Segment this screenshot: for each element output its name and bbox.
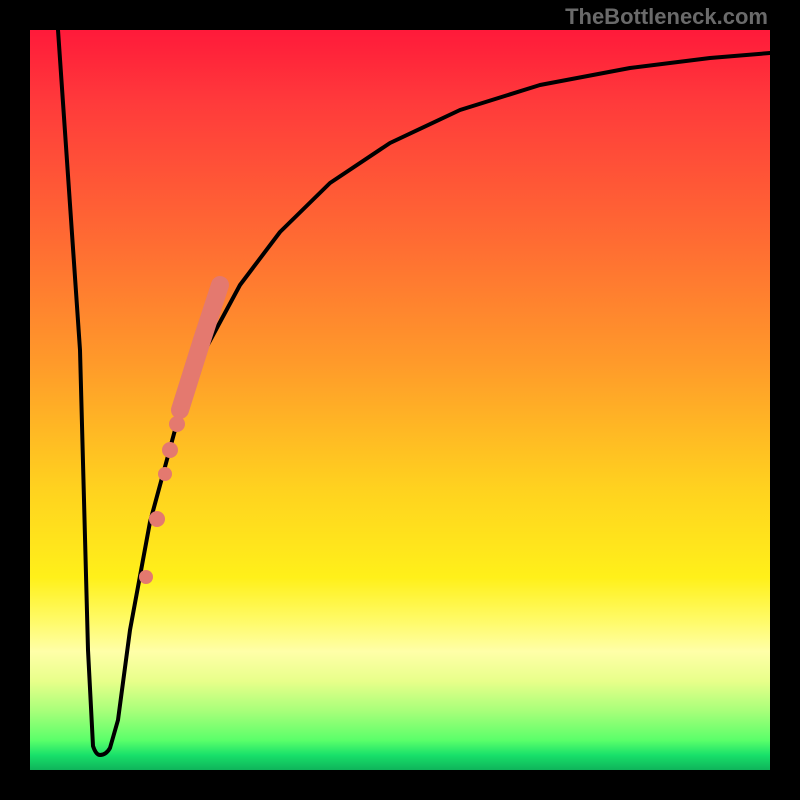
highlight-segment bbox=[180, 285, 220, 410]
bottleneck-curve bbox=[58, 30, 770, 755]
chart-frame: TheBottleneck.com bbox=[0, 0, 800, 800]
marker-dot bbox=[169, 416, 185, 432]
marker-dot bbox=[139, 570, 153, 584]
plot-area bbox=[30, 30, 770, 770]
marker-dot bbox=[162, 442, 178, 458]
curve-svg bbox=[30, 30, 770, 770]
marker-dot bbox=[149, 511, 165, 527]
marker-dot bbox=[158, 467, 172, 481]
watermark-text: TheBottleneck.com bbox=[565, 4, 768, 30]
